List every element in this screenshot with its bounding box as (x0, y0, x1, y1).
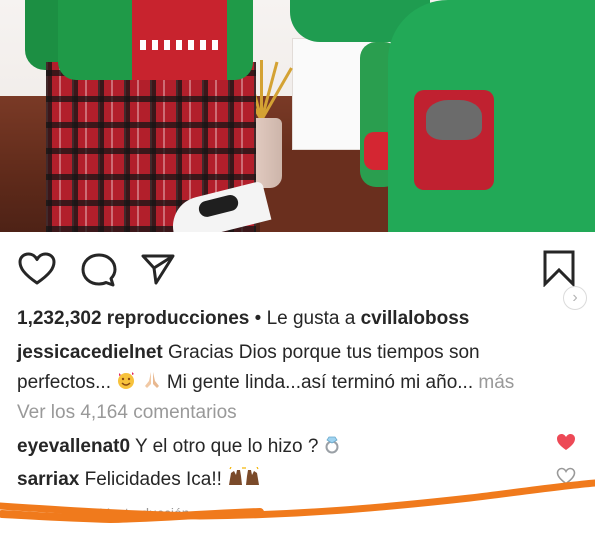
post-meta: 1 día Ver traducción (17, 505, 190, 521)
translation-link[interactable]: Ver traducción (100, 505, 190, 521)
caption-text-1: Gracias Dios porque tus tiempos son (168, 342, 480, 363)
raising-hands-icon (227, 466, 261, 493)
heart-icon[interactable] (18, 252, 56, 286)
caption-text-2a: perfectos... (17, 372, 111, 394)
comment-username[interactable]: sarriax (17, 469, 79, 490)
comment-heart-icon[interactable] (556, 433, 576, 456)
liked-by-username[interactable]: cvillaloboss (361, 308, 470, 329)
comment-text: Felicidades Ica!! (84, 469, 222, 491)
caption-line-1: jessicacedielnet Gracias Dios porque tus… (17, 342, 480, 364)
caption-more-link[interactable]: más (478, 372, 514, 393)
comment-heart-icon[interactable] (556, 467, 576, 490)
chevron-right-icon[interactable]: › (563, 286, 587, 310)
comment-username[interactable]: eyevallenat0 (17, 436, 130, 457)
caption-line-2: perfectos... Mi gente linda...así termin… (17, 370, 514, 396)
bookmark-icon[interactable] (541, 249, 577, 287)
comment-row: sarriax Felicidades Ica!! (17, 466, 261, 493)
post-video[interactable] (0, 0, 595, 232)
ring-icon (324, 434, 340, 460)
caption-username[interactable]: jessicacedielnet (17, 342, 163, 363)
comment-icon[interactable] (80, 252, 118, 288)
separator-dot: • (254, 308, 262, 329)
comment-text: Y el otro que lo hizo ? (134, 436, 319, 458)
comment-row: eyevallenat0 Y el otro que lo hizo ? (17, 434, 340, 460)
view-all-comments-link[interactable]: Ver los 4,164 comentarios (17, 402, 237, 424)
praying-hands-icon (142, 370, 162, 396)
liked-by-prefix: Le gusta a (266, 308, 356, 329)
share-icon[interactable] (140, 252, 176, 286)
caption-text-2b: Mi gente linda...así terminó mi año... (166, 372, 474, 394)
post-time: 1 día (55, 505, 87, 521)
smiling-face-with-hearts-icon (116, 370, 136, 396)
views-count[interactable]: 1,232,302 reproducciones (17, 308, 249, 329)
post-action-bar: › (0, 238, 595, 310)
views-and-likes: 1,232,302 reproducciones • Le gusta a cv… (17, 308, 469, 330)
